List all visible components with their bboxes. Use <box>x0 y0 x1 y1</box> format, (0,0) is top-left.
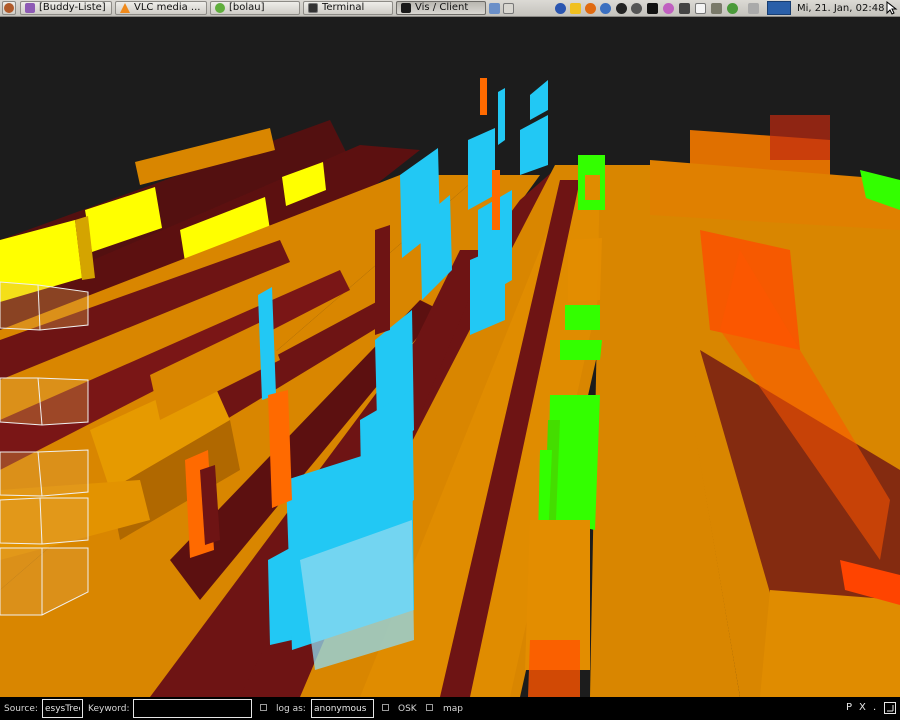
task-vis-client[interactable]: Vis / Client <box>396 1 486 15</box>
system-monitor-icon[interactable] <box>679 3 690 14</box>
vlc-cone-icon <box>120 3 130 13</box>
keyword-label: Keyword: <box>88 704 130 714</box>
log-as-label: log as: <box>276 704 306 714</box>
task-bolau[interactable]: [bolau] <box>210 1 300 15</box>
map-label: map <box>443 704 463 714</box>
app-icon[interactable] <box>663 3 674 14</box>
workspace-switcher[interactable] <box>767 1 791 15</box>
task-terminal[interactable]: Terminal <box>303 1 393 15</box>
network-icon[interactable] <box>489 3 500 14</box>
task-label: Terminal <box>322 2 365 13</box>
bottom-toolbar: Source: Keyword: log as: OSK map P X . <box>0 697 900 720</box>
cursor-pointer-icon <box>886 1 898 15</box>
vis-client-icon <box>401 3 411 13</box>
pidgin-icon <box>25 3 35 13</box>
task-label: [bolau] <box>229 2 265 13</box>
task-label: [Buddy-Liste] <box>39 2 106 13</box>
visualization-canvas[interactable] <box>0 17 900 697</box>
network-status-icon[interactable] <box>727 3 738 14</box>
close-x-button[interactable]: X <box>859 702 866 714</box>
thunderbird-icon[interactable] <box>600 3 611 14</box>
gimp-icon[interactable] <box>711 3 722 14</box>
task-label: VLC media ... <box>134 2 201 13</box>
gnome-foot-icon <box>4 3 14 13</box>
notes-icon[interactable] <box>570 3 581 14</box>
terminal-icon <box>308 3 318 13</box>
keyword-input[interactable] <box>133 699 252 718</box>
task-label: Vis / Client <box>415 2 469 13</box>
osk-label: OSK <box>398 704 417 714</box>
window-list-icon[interactable] <box>503 3 514 14</box>
task-vlc[interactable]: VLC media ... <box>115 1 207 15</box>
workspace-icon[interactable] <box>748 3 759 14</box>
firefox-icon[interactable] <box>585 3 596 14</box>
menu-button[interactable] <box>2 1 16 15</box>
p-button[interactable]: P <box>846 702 852 714</box>
clock[interactable]: Mi, 21. Jan, 02:48 <box>797 2 884 15</box>
map-checkbox[interactable] <box>426 704 433 711</box>
inkscape-icon[interactable] <box>647 3 658 14</box>
globe-icon[interactable] <box>555 3 566 14</box>
log-as-checkbox[interactable] <box>260 704 267 711</box>
source-label: Source: <box>4 704 38 714</box>
task-buddy-list[interactable]: [Buddy-Liste] <box>20 1 112 15</box>
document-icon[interactable] <box>695 3 706 14</box>
disc-icon[interactable] <box>631 3 642 14</box>
dot-button[interactable]: . <box>873 702 876 714</box>
taskbar: [Buddy-Liste] VLC media ... [bolau] Term… <box>0 0 900 17</box>
window-resize-icon[interactable] <box>884 702 896 714</box>
osk-checkbox[interactable] <box>382 704 389 711</box>
source-field[interactable] <box>42 699 83 718</box>
log-as-field[interactable] <box>311 699 374 718</box>
music-player-icon[interactable] <box>616 3 627 14</box>
chat-icon <box>215 3 225 13</box>
